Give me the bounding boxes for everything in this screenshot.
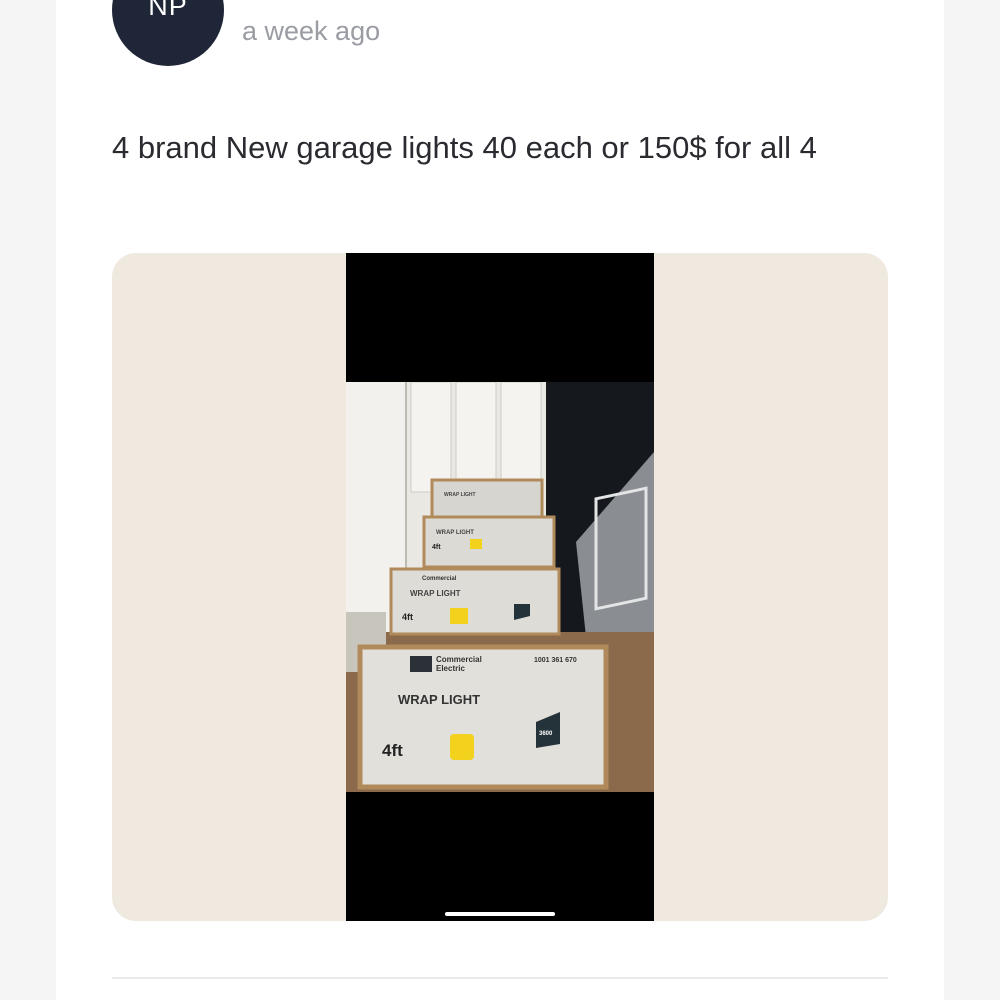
svg-text:4ft: 4ft — [402, 612, 413, 622]
svg-text:Commercial: Commercial — [422, 576, 457, 582]
post-timestamp: a week ago — [242, 16, 381, 46]
svg-text:4ft: 4ft — [432, 544, 441, 551]
box-3: Commercial WRAP LIGHT 4ft — [389, 567, 561, 636]
svg-text:WRAP LIGHT: WRAP LIGHT — [436, 530, 474, 536]
svg-text:3600: 3600 — [539, 731, 553, 737]
svg-text:WRAP LIGHT: WRAP LIGHT — [444, 492, 476, 498]
post-card: NP a week ago 4 brand New garage lights … — [56, 0, 944, 1000]
box-4: Commercial Electric 1001 361 670 WRAP LI… — [357, 644, 609, 790]
product-photo: WRAP LIGHT WRAP LIGHT 4ft Commercial WRA… — [346, 382, 654, 792]
post-media[interactable]: WRAP LIGHT WRAP LIGHT 4ft Commercial WRA… — [112, 253, 888, 921]
home-indicator — [445, 912, 555, 916]
box-2: WRAP LIGHT 4ft — [422, 515, 556, 569]
svg-text:Electric: Electric — [436, 664, 465, 673]
post-body-text: 4 brand New garage lights 40 each or 150… — [112, 130, 817, 165]
svg-text:WRAP LIGHT: WRAP LIGHT — [410, 589, 461, 598]
section-divider — [112, 977, 888, 979]
svg-text:WRAP LIGHT: WRAP LIGHT — [398, 692, 480, 707]
svg-text:4ft: 4ft — [382, 741, 403, 760]
box-1: WRAP LIGHT — [430, 478, 544, 520]
author-avatar[interactable]: NP — [112, 0, 224, 66]
svg-text:Commercial: Commercial — [436, 655, 482, 664]
author-initials: NP — [148, 0, 188, 21]
svg-text:1001 361 670: 1001 361 670 — [534, 657, 577, 664]
video-player[interactable]: WRAP LIGHT WRAP LIGHT 4ft Commercial WRA… — [346, 253, 654, 921]
